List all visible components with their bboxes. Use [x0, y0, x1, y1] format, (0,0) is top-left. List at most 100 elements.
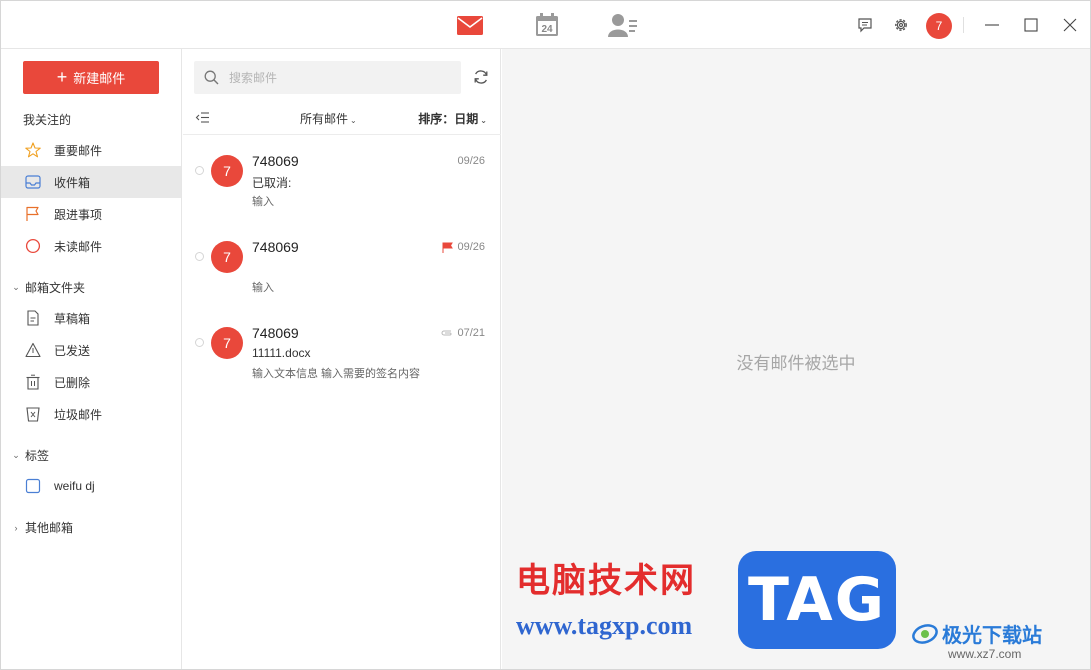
sender-avatar: 7 [211, 155, 243, 187]
sidebar-item-spam[interactable]: 垃圾邮件 [1, 398, 181, 430]
chat-bubble-icon [858, 18, 872, 33]
close-button[interactable] [1060, 15, 1080, 35]
sort-label: 排序： [418, 112, 455, 126]
maximize-button[interactable] [1021, 15, 1041, 35]
mail-subject: 已取消: [252, 176, 292, 190]
sidebar-item-label: 跟进事项 [54, 207, 103, 222]
mail-list-item[interactable]: 7 748069 09/26 已取消: 输入 [183, 137, 501, 223]
tag-checkbox-icon [24, 477, 42, 495]
sender-avatar: 7 [211, 241, 243, 273]
mail-sender: 748069 [252, 153, 299, 169]
sidebar-item-deleted[interactable]: 已删除 [1, 366, 181, 398]
unread-dot[interactable] [195, 252, 204, 261]
calendar-day: 24 [541, 24, 553, 35]
draft-icon [24, 309, 42, 327]
sidebar-item-important[interactable]: 重要邮件 [1, 134, 181, 166]
settings-button[interactable] [891, 15, 911, 35]
watermark-title: 电脑技术网 [516, 561, 696, 601]
reading-pane: 没有邮件被选中 电脑技术网 www.tagxp.com TAG 极光下载站 ww… [502, 49, 1090, 669]
mail-list-item[interactable]: 7 748069 09/26 输入 [183, 223, 501, 309]
sidebar-item-label: 垃圾邮件 [54, 407, 103, 422]
sidebar-item-label: 重要邮件 [54, 143, 103, 158]
mail-date: 09/26 [457, 155, 485, 167]
maximize-icon [1024, 18, 1038, 32]
mail-subject: 11111.docx [252, 346, 311, 360]
sidebar-item-label: weifu dj [54, 479, 95, 493]
sidebar-item-unread[interactable]: 未读邮件 [1, 230, 181, 262]
search-input[interactable] [229, 70, 449, 85]
mail-filter-dropdown[interactable]: 所有邮件 ⌄ [300, 110, 357, 127]
mail-date-wrap: 07/21 [441, 327, 485, 339]
watermark-site-name: 极光下载站 [942, 623, 1042, 647]
collapse-list-icon [195, 112, 209, 123]
mail-preview: 输入 [252, 196, 274, 208]
plus-icon: + [56, 66, 68, 87]
user-avatar[interactable]: 7 [926, 13, 952, 39]
refresh-button[interactable] [472, 68, 490, 86]
sidebar-item-drafts[interactable]: 草稿箱 [1, 302, 181, 334]
gear-icon [895, 19, 907, 31]
sidebar-item-tag[interactable]: weifu dj [1, 470, 181, 502]
sidebar-item-label: 已发送 [54, 343, 91, 358]
mail-date: 07/21 [457, 327, 485, 339]
watermark-site-url: www.xz7.com [948, 647, 1022, 661]
folders-header[interactable]: ⌄ 邮箱文件夹 [11, 279, 85, 296]
compose-label: 新建邮件 [73, 71, 126, 86]
tags-header-label: 标签 [25, 449, 50, 463]
sidebar-item-sent[interactable]: 已发送 [1, 334, 181, 366]
site-logo-icon [912, 623, 938, 644]
search-box[interactable] [194, 61, 461, 94]
minimize-button[interactable] [982, 15, 1002, 35]
star-icon [24, 141, 42, 159]
contacts-icon [608, 14, 637, 37]
contacts-app-tab[interactable] [608, 11, 638, 39]
sidebar-item-label: 未读邮件 [54, 239, 103, 254]
mail-list-item[interactable]: 7 748069 07/21 11111.docx 输入文本信息 输入需要的签名… [183, 309, 501, 395]
mail-date-wrap: 09/26 [457, 155, 485, 167]
tags-header[interactable]: ⌄ 标签 [11, 447, 49, 464]
close-icon [1063, 18, 1077, 32]
other-mailboxes-header[interactable]: › 其他邮箱 [11, 519, 74, 536]
mail-app-tab[interactable] [455, 11, 485, 39]
red-flag-icon[interactable] [442, 242, 454, 253]
flag-icon [24, 205, 42, 223]
envelope-icon [457, 15, 483, 35]
search-icon [204, 70, 219, 85]
sidebar-item-followup[interactable]: 跟进事项 [1, 198, 181, 230]
chevron-down-icon: ⌄ [12, 450, 20, 460]
filter-label: 所有邮件 [300, 112, 349, 126]
compose-button[interactable]: + 新建邮件 [23, 61, 159, 94]
chat-button[interactable] [855, 15, 875, 35]
watermark-tag-logo: TAG [738, 551, 896, 649]
mail-sender: 748069 [252, 325, 299, 341]
message-list-pane: 所有邮件⌄ 排序：日期⌄ 7 748069 09/26 已取消: 输入 7 74… [183, 49, 501, 669]
sidebar-item-label: 草稿箱 [54, 311, 91, 326]
trash-icon [24, 373, 42, 391]
mail-preview: 输入文本信息 输入需要的签名内容 [252, 368, 421, 380]
sender-avatar: 7 [211, 327, 243, 359]
sidebar-item-label: 已删除 [54, 375, 91, 390]
folders-header-label: 邮箱文件夹 [25, 281, 86, 295]
mail-date: 09/26 [457, 241, 485, 253]
unread-dot[interactable] [195, 338, 204, 347]
title-bar: 24 7 [1, 1, 1090, 49]
calendar-icon: 24 [536, 13, 558, 36]
sidebar-item-inbox[interactable]: 收件箱 [1, 166, 181, 198]
refresh-icon [474, 70, 488, 84]
sidebar-item-label: 收件箱 [54, 175, 91, 190]
favorites-header: 我关注的 [23, 113, 72, 127]
watermark-url: www.tagxp.com [516, 611, 693, 640]
calendar-app-tab[interactable]: 24 [532, 11, 562, 39]
collapse-sidebar-button[interactable] [195, 110, 211, 126]
no-selection-message: 没有邮件被选中 [736, 354, 856, 373]
mail-preview: 输入 [252, 282, 274, 294]
titlebar-divider [963, 17, 964, 33]
watermark-site: 极光下载站 [912, 619, 1042, 648]
unread-dot[interactable] [195, 166, 204, 175]
sort-value: 日期 [454, 112, 479, 126]
sort-dropdown[interactable]: 排序：日期 ⌄ [418, 110, 487, 127]
mail-app-window: 24 7 + 新建邮件 我关注的 重要邮件 收件箱 跟进事项 未读邮件 ⌄ 邮箱… [0, 0, 1091, 670]
mail-date-wrap: 09/26 [442, 241, 485, 253]
other-mailboxes-label: 其他邮箱 [25, 521, 74, 535]
chevron-right-icon: › [14, 522, 18, 533]
